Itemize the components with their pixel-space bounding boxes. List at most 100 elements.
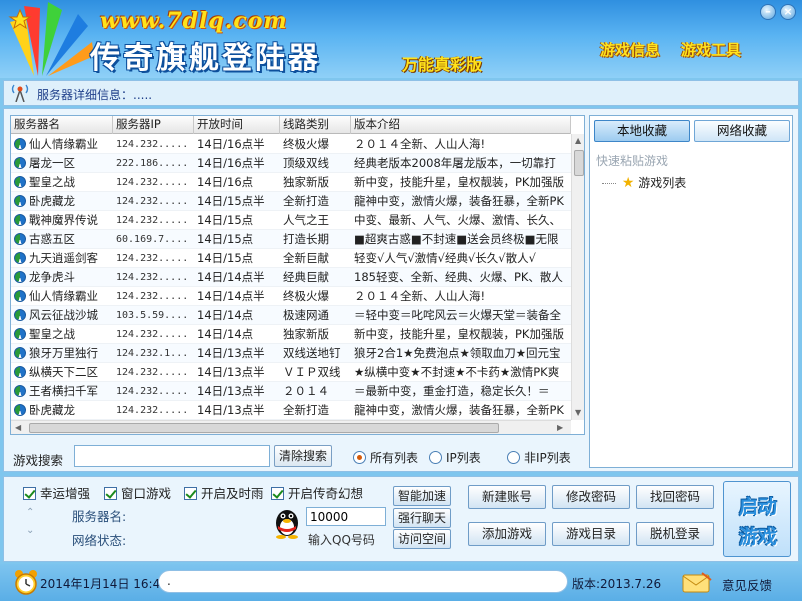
table-row[interactable]: 聖皇之战 124.232..... 14日/14点 独家新版 新中变，技能升星，皇权靓装…: [11, 325, 571, 344]
status-bar: 2014年1月14日 16:49 . 版本:2013.7.26 意见反馈: [0, 564, 802, 601]
cell-description: ２０１４全新、人山人海!: [354, 137, 486, 151]
qq-number-input[interactable]: [306, 507, 386, 526]
cell-open-time: 14日/15点半: [197, 194, 265, 208]
cell-open-time: 14日/16点: [197, 175, 254, 189]
vertical-scrollbar[interactable]: ▲ ▼: [571, 134, 584, 420]
cell-description: ■超爽古惑■不封速■送会员终极■无限: [354, 232, 559, 246]
table-row[interactable]: 古惑五区 60.169.7.... 14日/15点 打造长期 ■超爽古惑■不封速■送会员…: [11, 230, 571, 249]
scroll-down-icon[interactable]: ▼: [575, 408, 581, 417]
checkbox-luck-boost[interactable]: 幸运增强: [23, 483, 90, 502]
table-row[interactable]: 龙争虎斗 124.232..... 14日/14点半 经典巨献 185轻变、全新、经典、…: [11, 268, 571, 287]
logo-burst-icon: [8, 2, 94, 76]
app-title: 传奇旗舰登陆器: [90, 41, 321, 76]
network-status-label: 网络状态:: [72, 533, 127, 548]
radio-ip-list[interactable]: IP列表: [429, 449, 481, 466]
cell-line-type: 终极火爆: [283, 289, 329, 303]
table-row[interactable]: 卧虎藏龙 124.232..... 14日/13点半 全新打造 龍神中变，激情火爆，装备…: [11, 401, 571, 420]
smart-speed-button[interactable]: 智能加速: [393, 486, 451, 506]
radio-label: IP列表: [446, 451, 481, 465]
cell-line-type: 顶级双线: [283, 156, 329, 170]
add-game-button[interactable]: 添加游戏: [468, 522, 546, 546]
close-button[interactable]: ×: [780, 4, 796, 20]
table-row[interactable]: 屠龙一区 222.186..... 14日/16点半 顶级双线 经典老版本2008年屠龙…: [11, 154, 571, 173]
tree-item-game-list[interactable]: 游戏列表: [638, 176, 686, 190]
nav-game-tools[interactable]: 游戏工具: [681, 39, 741, 60]
scroll-right-icon[interactable]: ▶: [557, 423, 563, 432]
feedback-link[interactable]: 意见反馈: [722, 575, 772, 594]
site-url: www.7dlq.com: [100, 8, 288, 34]
game-directory-button[interactable]: 游戏目录: [552, 522, 630, 546]
version-label: 版本:2013.7.26: [572, 577, 662, 591]
checkbox-window-mode[interactable]: 窗口游戏: [104, 483, 171, 502]
cell-line-type: 经典巨献: [283, 270, 329, 284]
table-row[interactable]: 九天逍遥剑客 124.232..... 14日/15点 全新巨献 轻变√人气√激情√经典…: [11, 249, 571, 268]
cell-server-name: 风云征战沙城: [29, 308, 98, 322]
envelope-icon[interactable]: [682, 572, 712, 593]
cell-line-type: 独家新版: [283, 327, 329, 341]
table-row[interactable]: 戰神魔界传说 124.232..... 14日/15点 人气之王 中变、最新、人气、火爆…: [11, 211, 571, 230]
cell-description: 龍神中变，激情火爆，装备狂暴，全新PK: [354, 403, 564, 417]
table-row[interactable]: 卧虎藏龙 124.232..... 14日/15点半 全新打造 龍神中变，激情火爆，装备…: [11, 192, 571, 211]
table-row[interactable]: 王者横扫千军 124.232..... 14日/13点半 ２０１４ ＝最新中变，重金打造…: [11, 382, 571, 401]
cell-open-time: 14日/13点半: [197, 346, 265, 360]
clear-search-button[interactable]: 清除搜索: [274, 445, 332, 467]
force-chat-button[interactable]: 强行聊天: [393, 508, 451, 528]
radio-dot-icon: [353, 451, 366, 464]
col-server-ip[interactable]: 服务器IP: [113, 116, 194, 134]
col-open-time[interactable]: 开放时间: [194, 116, 280, 134]
tab-local-favorites[interactable]: 本地收藏: [594, 120, 690, 142]
cell-server-ip: 124.232.....: [116, 177, 189, 188]
cell-server-name: 聖皇之战: [29, 175, 75, 189]
nav-game-info[interactable]: 游戏信息: [600, 39, 660, 60]
table-row[interactable]: 风云征战沙城 103.5.59.... 14日/14点 极速网通 ＝轻中变＝叱咤风云＝火…: [11, 306, 571, 325]
cell-server-ip: 124.232.....: [116, 272, 189, 283]
cell-server-name: 王者横扫千军: [29, 384, 98, 398]
cell-server-ip: 124.232.....: [116, 291, 189, 302]
col-line-type[interactable]: 线路类别: [280, 116, 351, 134]
new-account-button[interactable]: 新建账号: [468, 485, 546, 509]
cell-open-time: 14日/15点: [197, 213, 254, 227]
cell-open-time: 14日/15点: [197, 251, 254, 265]
cell-line-type: 全新打造: [283, 194, 329, 208]
visit-space-button[interactable]: 访问空间: [393, 529, 451, 549]
radio-all-list[interactable]: 所有列表: [353, 449, 418, 466]
cell-line-type: 人气之王: [283, 213, 329, 227]
checkbox-label: 开启传奇幻想: [288, 486, 364, 501]
scroll-up-icon[interactable]: ▲: [575, 136, 581, 145]
table-row[interactable]: 仙人情缘霸业 124.232..... 14日/14点半 终极火爆 ２０１４全新、人山人…: [11, 287, 571, 306]
cell-server-name: 屠龙一区: [29, 156, 75, 170]
checkbox-label: 窗口游戏: [121, 486, 172, 501]
checkbox-timely-rain[interactable]: 开启及时雨: [184, 483, 264, 502]
col-description[interactable]: 版本介绍: [351, 116, 571, 134]
table-header: 服务器名 服务器IP 开放时间 线路类别 版本介绍: [11, 116, 571, 134]
horizontal-scrollbar[interactable]: ◀ ▶: [11, 420, 571, 434]
tab-network-favorites[interactable]: 网络收藏: [694, 120, 790, 142]
server-info-bar: 服务器详细信息：.....: [3, 80, 799, 106]
checkbox-legend-fantasy[interactable]: 开启传奇幻想: [271, 483, 363, 502]
cell-server-name: 九天逍遥剑客: [29, 251, 98, 265]
cell-open-time: 14日/15点: [197, 232, 254, 246]
table-row[interactable]: 狼牙万里独行 124.232.1... 14日/13点半 双线送地钉 狼牙2合1★免费泡…: [11, 344, 571, 363]
table-row[interactable]: 纵横天下二区 124.232..... 14日/13点半 ＶＩＰ双线 ★纵横中变★不封速…: [11, 363, 571, 382]
header-banner: www.7dlq.com 传奇旗舰登陆器 万能真彩版 游戏信息 游戏工具 – ×: [0, 0, 802, 78]
main-panel: 服务器名 服务器IP 开放时间 线路类别 版本介绍 仙人情缘霸业 124.232.…: [3, 108, 799, 472]
cell-server-ip: 124.232.....: [116, 139, 189, 150]
checkbox-icon: [184, 487, 197, 500]
scroll-left-icon[interactable]: ◀: [15, 423, 21, 432]
chevron-down-icon: ⌄: [26, 525, 35, 536]
horizontal-scroll-thumb[interactable]: [29, 423, 499, 433]
offline-login-button[interactable]: 脱机登录: [636, 522, 714, 546]
table-row[interactable]: 仙人情缘霸业 124.232..... 14日/16点半 终极火爆 ２０１４全新、人山人…: [11, 135, 571, 154]
table-row[interactable]: 聖皇之战 124.232..... 14日/16点 独家新版 新中变，技能升星，皇权靓装…: [11, 173, 571, 192]
cell-server-ip: 124.232.....: [116, 253, 189, 264]
change-password-button[interactable]: 修改密码: [552, 485, 630, 509]
cell-description: ＝最新中变，重金打造，稳定长久！＝: [354, 384, 550, 398]
cell-open-time: 14日/16点半: [197, 156, 265, 170]
search-input[interactable]: [74, 445, 270, 467]
vertical-scroll-thumb[interactable]: [574, 150, 584, 176]
recover-password-button[interactable]: 找回密码: [636, 485, 714, 509]
launch-game-button[interactable]: 启动 游戏: [723, 481, 791, 557]
col-server-name[interactable]: 服务器名: [11, 116, 113, 134]
radio-non-ip-list[interactable]: 非IP列表: [507, 449, 571, 466]
minimize-button[interactable]: –: [760, 4, 776, 20]
